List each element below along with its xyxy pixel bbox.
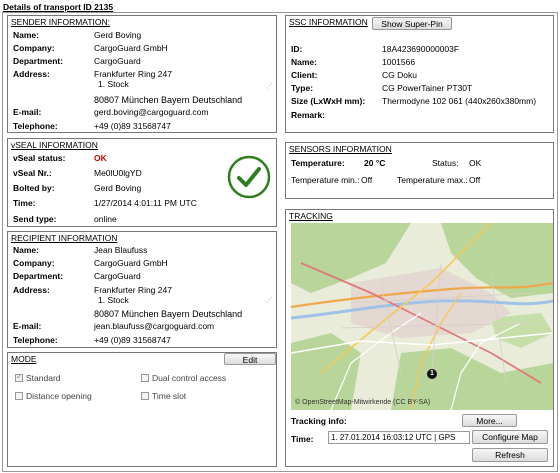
ssc-type-label: Type: bbox=[291, 83, 314, 93]
ssc-id: 18A423690000003F bbox=[382, 44, 460, 54]
ssc-name-label: Name: bbox=[291, 57, 317, 67]
sender-company: CargoGuard GmbH bbox=[94, 43, 168, 53]
tracking-title: TRACKING bbox=[289, 211, 333, 221]
vseal-bolted: Gerd Boving bbox=[94, 183, 142, 193]
sensors-temp-max-label: Temperature max.: bbox=[397, 175, 468, 185]
vseal-nr-label: vSeal Nr.: bbox=[13, 168, 52, 178]
check-circle-icon bbox=[227, 155, 271, 199]
recipient-department: CargoGuard bbox=[94, 271, 141, 281]
recipient-telephone-label: Telephone: bbox=[13, 335, 58, 345]
sensors-temperature-label: Temperature: bbox=[291, 158, 345, 168]
sensors-panel: SENSORS INFORMATION Temperature: 20 °C S… bbox=[285, 142, 554, 199]
ssc-type: CG PowerTainer PT30T bbox=[382, 83, 473, 93]
sender-department: CargoGuard bbox=[94, 56, 141, 66]
resize-grip-icon[interactable]: ⋰ bbox=[266, 83, 273, 90]
distance-opening-label: Distance opening bbox=[26, 391, 92, 401]
recipient-address-line1: Frankfurter Ring 247 bbox=[94, 285, 172, 295]
vseal-title: vSEAL INFORMATION bbox=[11, 140, 98, 150]
recipient-company-label: Company: bbox=[13, 258, 55, 268]
vseal-time: 1/27/2014 4:01:11 PM UTC bbox=[94, 198, 197, 208]
more-button[interactable]: More... bbox=[462, 414, 517, 427]
ssc-client-label: Client: bbox=[291, 70, 318, 80]
ssc-client: CG Doku bbox=[382, 70, 417, 80]
dual-control-checkbox[interactable] bbox=[141, 374, 149, 382]
vseal-nr: Me0lU0lgYD bbox=[94, 168, 142, 178]
recipient-telephone: +49 (0)89 31568747 bbox=[94, 335, 171, 345]
standard-label: Standard bbox=[26, 373, 61, 383]
recipient-city-line: 80807 München Bayern Deutschland bbox=[94, 309, 243, 319]
ssc-title: SSC INFORMATION bbox=[289, 17, 368, 27]
mode-panel: MODE Edit Standard Dual control access D… bbox=[7, 352, 277, 467]
sender-company-label: Company: bbox=[13, 43, 55, 53]
tracking-panel: TRACKING 1 © OpenStreetMap-Mitwirkende (… bbox=[285, 209, 554, 467]
vseal-send-type-label: Send type: bbox=[13, 214, 57, 224]
recipient-panel: RECIPIENT INFORMATION Name: Jean Blaufus… bbox=[7, 231, 277, 348]
refresh-button[interactable]: Refresh bbox=[472, 448, 548, 462]
distance-opening-checkbox[interactable] bbox=[15, 392, 23, 400]
sensors-temp-max: Off bbox=[469, 175, 481, 185]
sender-city-line: 80807 München Bayern Deutschland bbox=[94, 95, 243, 105]
recipient-email: jean.blaufuss@cargoguard.com bbox=[94, 321, 215, 331]
sensors-title: SENSORS INFORMATION bbox=[289, 144, 392, 154]
tracking-map[interactable]: 1 © OpenStreetMap-Mitwirkende (CC BY-SA) bbox=[291, 223, 553, 410]
ssc-name: 1001566 bbox=[382, 57, 416, 67]
sender-telephone-label: Telephone: bbox=[13, 121, 58, 131]
sender-name: Gerd Boving bbox=[94, 30, 142, 40]
map-tiles bbox=[291, 223, 553, 410]
recipient-department-label: Department: bbox=[13, 271, 64, 281]
vseal-send-type: online bbox=[94, 214, 117, 224]
edit-button[interactable]: Edit bbox=[224, 353, 276, 365]
show-super-pin-button[interactable]: Show Super-Pin bbox=[372, 17, 452, 30]
sender-address-line2: 1. Stock bbox=[98, 79, 129, 89]
recipient-email-label: E-mail: bbox=[13, 321, 42, 331]
sender-telephone: +49 (0)89 31568747 bbox=[94, 121, 171, 131]
ssc-size-label: Size (LxWxH mm): bbox=[291, 96, 366, 106]
ssc-id-label: ID: bbox=[291, 44, 303, 54]
map-attribution: © OpenStreetMap-Mitwirkende (CC BY-SA) bbox=[295, 399, 431, 406]
tracking-time-select[interactable]: 1. 27.01.2014 16:03:12 UTC | GPS bbox=[328, 431, 470, 444]
sender-email-label: E-mail: bbox=[13, 107, 42, 117]
recipient-name: Jean Blaufuss bbox=[94, 245, 148, 255]
time-slot-checkbox[interactable] bbox=[141, 392, 149, 400]
sender-address-line1: Frankfurter Ring 247 bbox=[94, 69, 172, 79]
recipient-title: RECIPIENT INFORMATION bbox=[11, 233, 118, 243]
time-slot-label: Time slot bbox=[152, 391, 187, 401]
recipient-address-label: Address: bbox=[13, 285, 50, 295]
vseal-time-label: Time: bbox=[13, 198, 36, 208]
standard-checkbox[interactable] bbox=[15, 372, 23, 382]
ssc-panel: SSC INFORMATION Show Super-Pin ID: 18A42… bbox=[285, 15, 554, 133]
recipient-name-label: Name: bbox=[13, 245, 39, 255]
tracking-time-label: Time: bbox=[291, 434, 314, 444]
sender-address-label: Address: bbox=[13, 69, 50, 79]
recipient-company: CargoGuard GmbH bbox=[94, 258, 168, 268]
map-marker[interactable]: 1 bbox=[427, 369, 437, 379]
sender-department-label: Department: bbox=[13, 56, 64, 66]
sender-panel: SENDER INFORMATION: Name: Gerd Boving Co… bbox=[7, 15, 277, 133]
configure-map-button[interactable]: Configure Map bbox=[472, 430, 548, 444]
sensors-temp-min: Off bbox=[361, 175, 373, 185]
vseal-panel: vSEAL INFORMATION vSeal status: OK vSeal… bbox=[7, 138, 277, 227]
resize-grip-icon[interactable]: ⋰ bbox=[266, 297, 273, 304]
ssc-remark-label: Remark: bbox=[291, 110, 326, 120]
vseal-status-label: vSeal status: bbox=[13, 153, 66, 163]
mode-title: MODE bbox=[11, 354, 37, 364]
vseal-bolted-label: Bolted by: bbox=[13, 183, 55, 193]
tracking-info-label: Tracking info: bbox=[291, 416, 347, 426]
sensors-status: OK bbox=[469, 158, 482, 168]
ssc-size: Thermodyne 102 061 (440x260x380mm) bbox=[382, 96, 537, 106]
vseal-status: OK bbox=[94, 153, 107, 163]
sensors-status-label: Status: bbox=[432, 158, 459, 168]
page-title: Details of transport ID 2135 bbox=[3, 2, 114, 12]
dual-control-label: Dual control access bbox=[152, 373, 227, 383]
recipient-address-line2: 1. Stock bbox=[98, 295, 129, 305]
sensors-temperature: 20 °C bbox=[364, 158, 386, 168]
sender-name-label: Name: bbox=[13, 30, 39, 40]
sender-title: SENDER INFORMATION: bbox=[11, 17, 111, 27]
sensors-temp-min-label: Temperature min.: bbox=[291, 175, 360, 185]
sender-email: gerd.boving@cargoguard.com bbox=[94, 107, 209, 117]
